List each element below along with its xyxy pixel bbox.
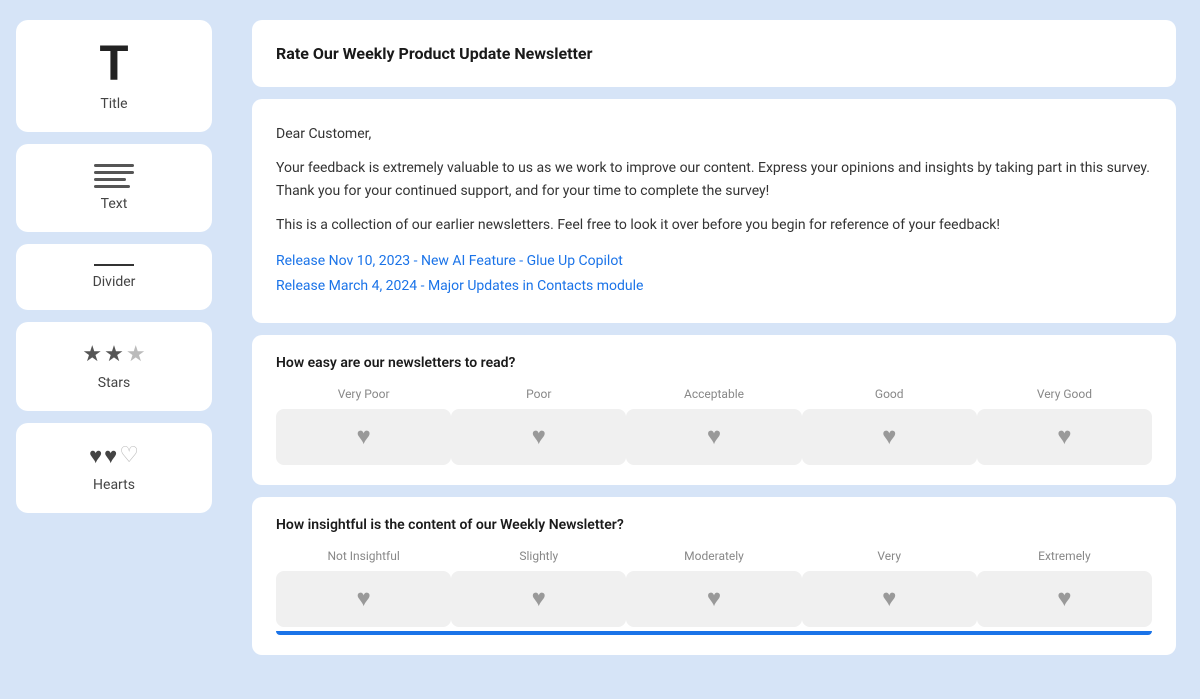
sidebar-item-label: Text	[101, 196, 128, 212]
main-content: Rate Our Weekly Product Update Newslette…	[228, 0, 1200, 699]
rating-heart-1-1[interactable]: ♥	[276, 409, 451, 465]
rating-heart-1-4[interactable]: ♥	[802, 409, 977, 465]
rating-option-1-4: Good ♥	[802, 387, 977, 465]
star-filled-1: ★	[82, 342, 102, 367]
star-empty-1: ★	[126, 342, 146, 367]
rating-heart-2-4[interactable]: ♥	[802, 571, 977, 627]
hearts-icon: ♥ ♥ ♡	[89, 443, 139, 469]
rating-option-1-3: Acceptable ♥	[626, 387, 801, 465]
sidebar-item-label: Divider	[93, 274, 136, 290]
rating-label-1-4: Good	[875, 387, 904, 401]
rating-label-1-5: Very Good	[1037, 387, 1092, 401]
rating-label-2-4: Very	[877, 549, 901, 563]
rating-label-1-1: Very Poor	[338, 387, 390, 401]
heart-filled-1: ♥	[89, 443, 102, 469]
sidebar-item-title[interactable]: T Title	[16, 20, 212, 132]
rating-label-1-3: Acceptable	[684, 387, 744, 401]
rating-label-2-2: Slightly	[519, 549, 558, 563]
rating-option-2-1: Not Insightful ♥	[276, 549, 451, 627]
heart-filled-2: ♥	[104, 443, 117, 469]
sidebar-item-hearts[interactable]: ♥ ♥ ♡ Hearts	[16, 423, 212, 513]
rating-option-1-1: Very Poor ♥	[276, 387, 451, 465]
stars-icon: ★ ★ ★	[82, 342, 145, 367]
rating-option-2-4: Very ♥	[802, 549, 977, 627]
rating-heart-2-1[interactable]: ♥	[276, 571, 451, 627]
sidebar-item-label: Hearts	[93, 477, 135, 493]
rating-row-1: Very Poor ♥ Poor ♥ Acceptable ♥ Good ♥ V…	[276, 387, 1152, 465]
question-2-label: How insightful is the content of our Wee…	[276, 517, 1152, 533]
rating-label-2-1: Not Insightful	[327, 549, 399, 563]
question-1-label: How easy are our newsletters to read?	[276, 355, 1152, 371]
link-2[interactable]: Release March 4, 2024 - Major Updates in…	[276, 274, 1152, 299]
rating-row-2: Not Insightful ♥ Slightly ♥ Moderately ♥…	[276, 549, 1152, 627]
text-icon	[94, 164, 134, 188]
sidebar-item-stars[interactable]: ★ ★ ★ Stars	[16, 322, 212, 411]
survey-title: Rate Our Weekly Product Update Newslette…	[276, 44, 1152, 63]
sidebar-item-divider[interactable]: Divider	[16, 244, 212, 310]
rating-option-2-2: Slightly ♥	[451, 549, 626, 627]
rating-option-1-5: Very Good ♥	[977, 387, 1152, 465]
rating-option-1-2: Poor ♥	[451, 387, 626, 465]
sidebar-item-label: Title	[100, 96, 127, 112]
rating-heart-2-3[interactable]: ♥	[626, 571, 801, 627]
link-1[interactable]: Release Nov 10, 2023 - New AI Feature - …	[276, 249, 1152, 274]
rating-heart-2-2[interactable]: ♥	[451, 571, 626, 627]
survey-intro-card: Dear Customer, Your feedback is extremel…	[252, 99, 1176, 323]
sidebar-item-label: Stars	[98, 375, 130, 391]
survey-title-card: Rate Our Weekly Product Update Newslette…	[252, 20, 1176, 87]
title-icon: T	[99, 40, 129, 88]
star-filled-2: ★	[104, 342, 124, 367]
intro-body1: Your feedback is extremely valuable to u…	[276, 157, 1152, 202]
rating-heart-1-2[interactable]: ♥	[451, 409, 626, 465]
rating-option-2-5: Extremely ♥	[977, 549, 1152, 627]
rating-heart-2-5[interactable]: ♥	[977, 571, 1152, 627]
divider-icon	[90, 264, 138, 266]
rating-heart-1-5[interactable]: ♥	[977, 409, 1152, 465]
rating-label-2-5: Extremely	[1038, 549, 1091, 563]
sidebar: T Title Text Divider ★ ★ ★ Stars ♥ ♥ ♡	[0, 0, 228, 699]
question-card-1: How easy are our newsletters to read? Ve…	[252, 335, 1176, 485]
sidebar-item-text[interactable]: Text	[16, 144, 212, 232]
rating-label-1-2: Poor	[526, 387, 551, 401]
intro-body2: This is a collection of our earlier news…	[276, 214, 1152, 236]
question-card-2: How insightful is the content of our Wee…	[252, 497, 1176, 655]
rating-label-2-3: Moderately	[684, 549, 744, 563]
rating-option-2-3: Moderately ♥	[626, 549, 801, 627]
rating-heart-1-3[interactable]: ♥	[626, 409, 801, 465]
progress-bar	[276, 631, 1152, 635]
greeting: Dear Customer,	[276, 123, 1152, 145]
heart-empty-1: ♡	[119, 443, 139, 469]
